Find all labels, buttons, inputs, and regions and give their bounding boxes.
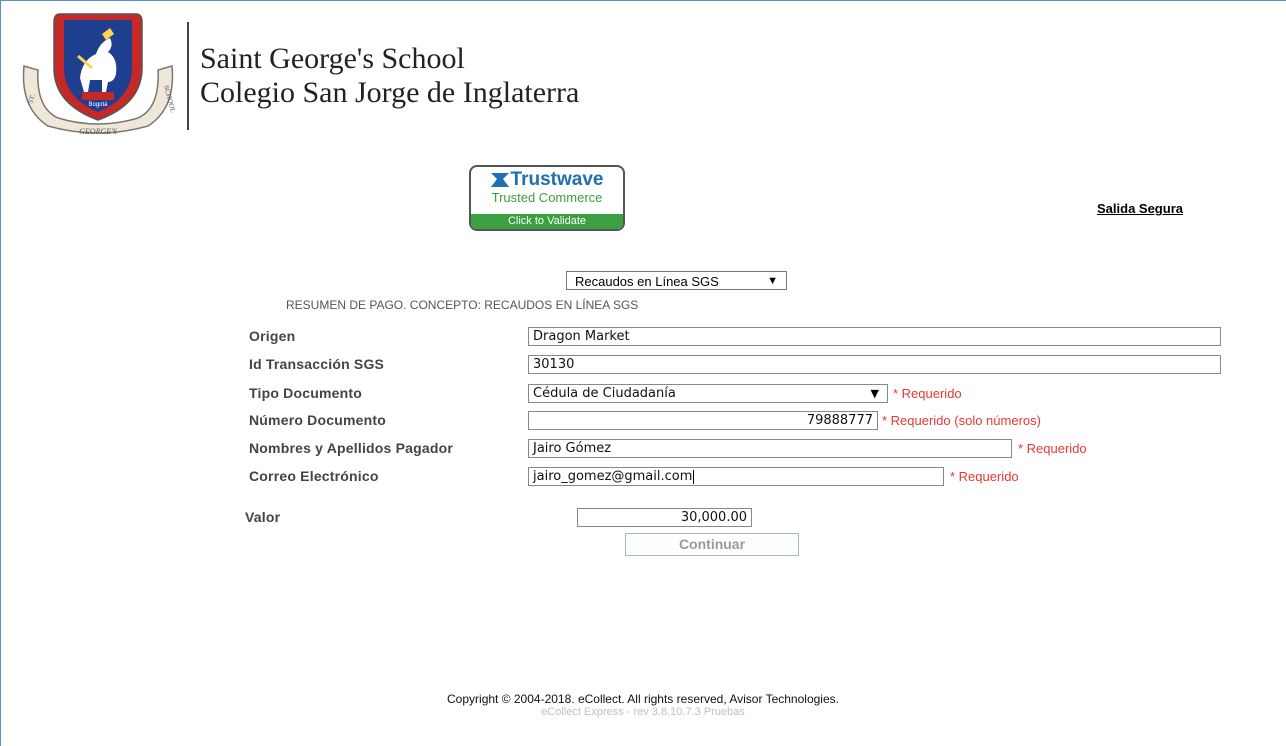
school-title: Saint George's School Colegio San Jorge …: [200, 42, 579, 110]
payment-summary-heading: RESUMEN DE PAGO. CONCEPTO: RECAUDOS EN L…: [286, 298, 639, 312]
concept-select[interactable]: Recaudos en Línea SGS ▼: [566, 271, 787, 290]
nombres-field[interactable]: Jairo Gómez: [528, 439, 1012, 458]
school-name-es: Colegio San Jorge de Inglaterra: [200, 76, 580, 109]
valor-label: Valor: [245, 509, 281, 525]
click-to-validate-text: Click to Validate: [471, 214, 623, 229]
tipo-documento-select[interactable]: Cédula de Ciudadanía ▼: [528, 384, 888, 403]
header-divider: [187, 22, 189, 130]
nombres-required: * Requerido: [1018, 441, 1087, 456]
nombres-label: Nombres y Apellidos Pagador: [249, 440, 454, 456]
school-crest-logo: Bogotá GEORGE'S ST. SCHOOL: [18, 8, 178, 140]
tipo-documento-label: Tipo Documento: [249, 385, 362, 401]
id-transaccion-label: Id Transacción SGS: [249, 356, 385, 372]
trusted-commerce-text: Trusted Commerce: [491, 190, 603, 205]
trustwave-badge[interactable]: Trustwave Trusted Commerce Click to Vali…: [469, 165, 625, 231]
correo-label: Correo Electrónico: [249, 468, 379, 484]
school-name-en: Saint George's School: [200, 42, 465, 75]
origen-field[interactable]: Dragon Market: [528, 327, 1221, 346]
correo-field[interactable]: jairo_gomez@gmail.com: [528, 467, 944, 486]
version-text: eCollect Express - rev 3.8.10.7.3 Prueba…: [541, 706, 745, 718]
dropdown-arrow-icon: ▼: [870, 387, 879, 400]
numero-documento-required: * Requerido (solo números): [882, 413, 1041, 428]
crest-icon: Bogotá GEORGE'S ST. SCHOOL: [22, 13, 177, 136]
correo-value: jairo_gomez@gmail.com: [533, 469, 693, 484]
correo-required: * Requerido: [950, 469, 1019, 484]
origen-label: Origen: [249, 328, 296, 344]
continuar-button[interactable]: Continuar: [625, 533, 799, 556]
svg-text:Bogotá: Bogotá: [88, 102, 108, 108]
svg-text:GEORGE'S: GEORGE'S: [79, 127, 117, 136]
numero-documento-field[interactable]: 79888777: [528, 411, 878, 430]
window-top-border: [0, 0, 1286, 1]
numero-documento-label: Número Documento: [249, 412, 386, 428]
window-left-border: [0, 0, 1, 746]
valor-field[interactable]: 30,000.00: [577, 508, 752, 527]
text-cursor: [693, 469, 695, 484]
id-transaccion-field[interactable]: 30130: [528, 355, 1221, 374]
logout-link[interactable]: Salida Segura: [1097, 201, 1183, 216]
copyright-text: Copyright © 2004-2018. eCollect. All rig…: [447, 692, 839, 706]
trustwave-logo-icon: [490, 173, 509, 187]
trustwave-brand: Trustwave: [471, 169, 623, 191]
concept-select-value: Recaudos en Línea SGS: [575, 274, 719, 289]
tipo-documento-value: Cédula de Ciudadanía: [533, 386, 676, 401]
tipo-documento-required: * Requerido: [893, 386, 962, 401]
dropdown-arrow-icon: ▼: [767, 275, 778, 287]
trustwave-brand-text: Trustwave: [510, 169, 604, 190]
